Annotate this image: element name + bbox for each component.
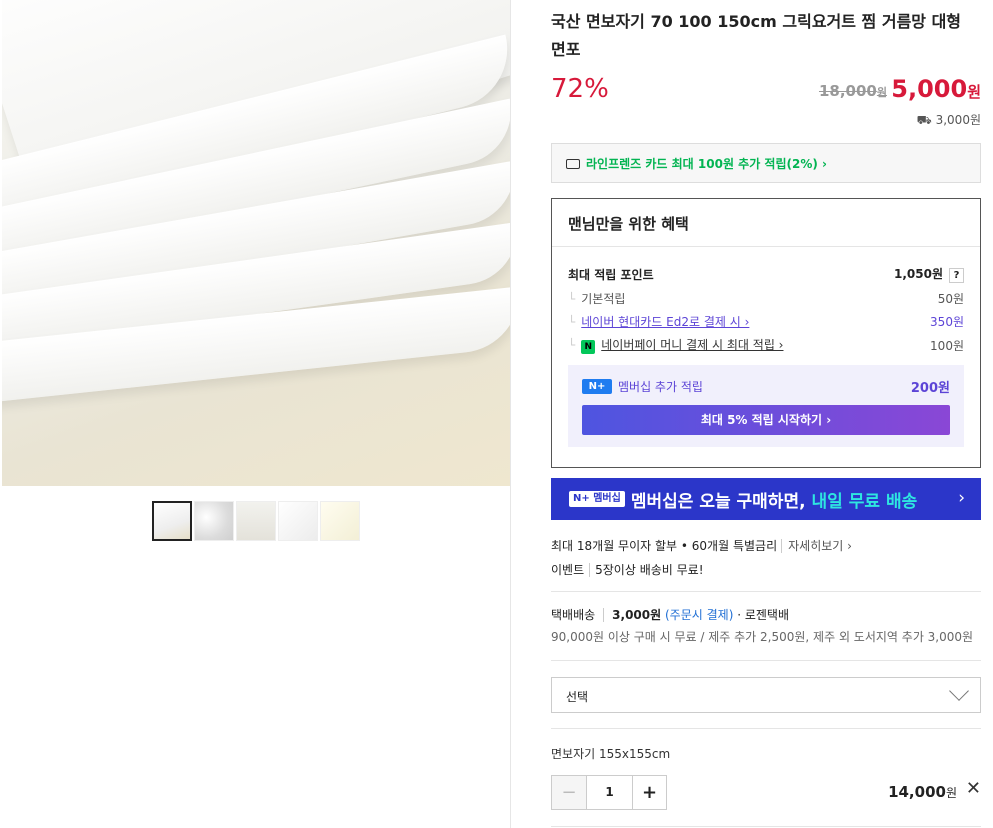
sale-price: 5,000원 bbox=[891, 75, 981, 103]
truck-icon: ⛟ bbox=[916, 113, 936, 127]
max-points-value: 1,050원 bbox=[894, 267, 943, 281]
option-price-unit: 원 bbox=[945, 786, 957, 800]
points-value: 350원 bbox=[930, 315, 964, 329]
price-unit: 원 bbox=[967, 83, 981, 101]
selected-option-price: 14,000원 bbox=[888, 783, 957, 801]
decrease-quantity-button[interactable]: − bbox=[552, 776, 586, 809]
divider bbox=[551, 591, 981, 592]
option-select[interactable]: 선택 bbox=[551, 677, 981, 713]
max-points-row: 최대 적립 포인트 1,050원? bbox=[568, 265, 964, 283]
naver-plus-badge: N+ bbox=[582, 379, 612, 394]
points-value: 100원 bbox=[930, 338, 964, 353]
chevron-down-icon bbox=[949, 681, 969, 701]
membership-label: 멤버십 추가 적립 bbox=[618, 380, 703, 394]
selected-option-name: 면보자기 155x155cm bbox=[551, 747, 671, 761]
quantity-stepper: − 1 + bbox=[551, 775, 667, 810]
banner-highlight: 내일 무료 배송 bbox=[811, 491, 918, 512]
thumbnail-4[interactable] bbox=[278, 501, 318, 541]
card-promo-text: 라인프렌즈 카드 최대 100원 추가 적립(2%) › bbox=[586, 157, 827, 171]
divider bbox=[551, 660, 981, 661]
membership-start-button[interactable]: 최대 5% 적립 시작하기 › bbox=[582, 405, 950, 435]
main-product-image[interactable] bbox=[2, 0, 510, 486]
original-price-unit: 원 bbox=[876, 86, 887, 99]
thumbnail-5[interactable] bbox=[320, 501, 360, 541]
points-value: 50원 bbox=[937, 292, 964, 306]
event-info: 이벤트 5장이상 배송비 무료! bbox=[551, 561, 704, 578]
shipping-fee-note: (주문시 결제) bbox=[665, 608, 734, 622]
thumbnail-2[interactable] bbox=[194, 501, 234, 541]
discount-rate: 72% bbox=[551, 74, 609, 104]
shipping-method: 택배배송 bbox=[551, 608, 596, 622]
option-select-value: 선택 bbox=[566, 690, 589, 704]
card-points-link[interactable]: 네이버 현대카드 Ed2로 결제 시 › bbox=[581, 315, 749, 329]
shipping-carrier: · 로젠택배 bbox=[737, 608, 790, 622]
shipping-fee-value: 3,000원 bbox=[612, 608, 662, 622]
thumbnail-1[interactable] bbox=[152, 501, 192, 541]
product-gallery bbox=[0, 0, 511, 828]
details-link[interactable]: 자세히보기 › bbox=[781, 539, 852, 553]
membership-points: 200원 bbox=[910, 381, 950, 396]
points-row-npay[interactable]: N 네이버페이 머니 결제 시 최대 적립 › 100원 bbox=[568, 336, 964, 354]
event-label: 이벤트 bbox=[551, 563, 585, 577]
naver-plus-membership-badge: N+ 멤버십 bbox=[569, 491, 625, 507]
points-row-card[interactable]: 네이버 현대카드 Ed2로 결제 시 › 350원 bbox=[568, 313, 964, 330]
shipping-info: 택배배송 3,000원 (주문시 결제) · 로젠택배 bbox=[551, 606, 789, 623]
installment-info: 최대 18개월 무이자 할부 • 60개월 특별금리 자세히보기 › bbox=[551, 539, 852, 553]
benefit-heading: 맨님만을 위한 혜택 bbox=[552, 199, 980, 247]
membership-banner[interactable]: N+ 멤버십 멤버십은 오늘 구매하면, 내일 무료 배송 › bbox=[551, 478, 981, 520]
npay-points-link[interactable]: 네이버페이 머니 결제 시 최대 적립 › bbox=[601, 338, 783, 352]
membership-box: N+ 멤버십 추가 적립 200원 최대 5% 적립 시작하기 › bbox=[568, 365, 964, 447]
thumbnail-3[interactable] bbox=[236, 501, 276, 541]
benefit-panel: 맨님만을 위한 혜택 최대 적립 포인트 1,050원? 기본적립 50원 네이… bbox=[551, 198, 981, 468]
credit-card-icon bbox=[566, 159, 580, 169]
card-promo[interactable]: 라인프렌즈 카드 최대 100원 추가 적립(2%) › bbox=[551, 143, 981, 183]
chevron-right-icon: › bbox=[958, 488, 965, 508]
original-price: 18,000원 bbox=[818, 82, 887, 100]
max-points-label: 최대 적립 포인트 bbox=[568, 267, 654, 282]
help-icon[interactable]: ? bbox=[949, 268, 964, 283]
shipping-note: 90,000원 이상 구매 시 무료 / 제주 추가 2,500원, 제주 외 … bbox=[551, 630, 974, 644]
quantity-input[interactable]: 1 bbox=[586, 776, 632, 809]
points-row-basic: 기본적립 50원 bbox=[568, 290, 964, 307]
npay-icon: N bbox=[581, 340, 596, 354]
shipping-fee: ⛟ 3,000원 bbox=[916, 113, 981, 127]
thumbnail-strip bbox=[152, 501, 360, 541]
remove-option-icon[interactable]: ✕ bbox=[966, 778, 981, 799]
event-text: 5장이상 배송비 무료! bbox=[595, 563, 704, 577]
banner-text: 멤버십은 오늘 구매하면, bbox=[630, 491, 806, 512]
increase-quantity-button[interactable]: + bbox=[632, 776, 666, 809]
divider bbox=[551, 826, 981, 827]
divider bbox=[551, 728, 981, 729]
product-title: 국산 면보자기 70 100 150cm 그릭요거트 찜 거름망 대형 면포 bbox=[551, 12, 962, 59]
